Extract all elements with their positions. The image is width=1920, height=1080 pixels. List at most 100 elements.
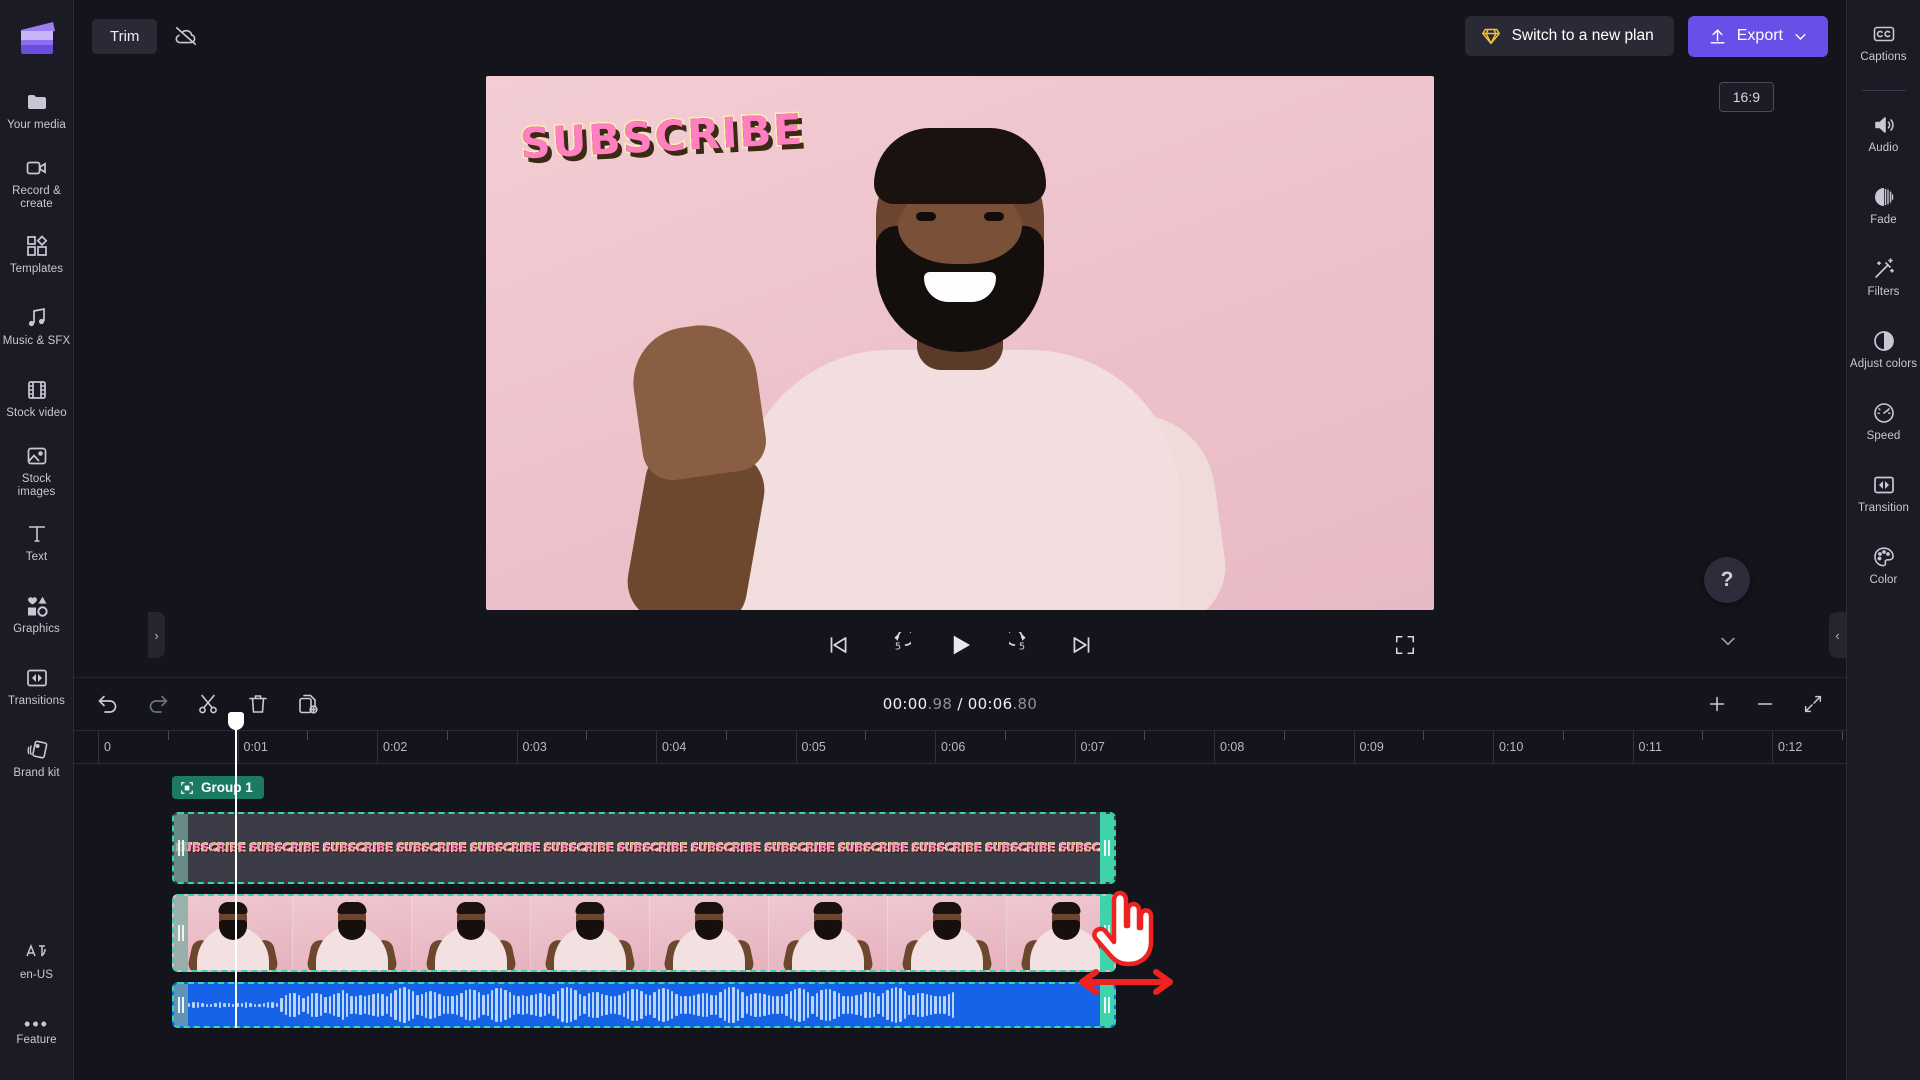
redo-icon[interactable] — [146, 692, 170, 716]
text-clip-label: SUBSCRIBE — [984, 841, 1056, 855]
waveform-bar — [337, 992, 340, 1018]
chevron-down-icon[interactable] — [1714, 631, 1742, 651]
trim-button[interactable]: Trim — [92, 18, 158, 54]
sidebar-item-templates[interactable]: Templates — [0, 224, 74, 286]
right-item-transition[interactable]: Transition — [1847, 463, 1920, 525]
sidebar-item-graphics[interactable]: Graphics — [0, 584, 74, 646]
clip-trim-handle-left[interactable] — [174, 814, 188, 882]
timeline-zoom-controls — [1706, 693, 1824, 715]
waveform-bar — [425, 992, 428, 1018]
language-icon — [25, 943, 46, 957]
waveform-bar — [201, 1003, 204, 1007]
right-item-label: Color — [1869, 574, 1898, 586]
sidebar-item-music-sfx[interactable]: Music & SFX — [0, 296, 74, 358]
right-item-audio[interactable]: Audio — [1847, 103, 1920, 165]
waveform-bar — [385, 996, 388, 1014]
waveform-bar — [293, 992, 296, 1018]
timeline-ruler[interactable]: 0 0:01 0:02 0:03 0:04 0:05 0:06 0:07 0:08 0:09 0:1… — [74, 730, 1846, 764]
timeline-clip-text[interactable]: SUBSCRIBE SUBSCRIBE SUBSCRIBE SUBSCRIBE SUBS… — [172, 812, 1116, 884]
right-item-adjust-colors[interactable]: Adjust colors — [1847, 319, 1920, 381]
export-button[interactable]: Export — [1687, 15, 1828, 57]
waveform-bar — [670, 991, 674, 1019]
sidebar-item-stock-images[interactable]: Stock images — [0, 440, 74, 502]
rewind-5-icon[interactable]: 5 — [885, 632, 911, 658]
zoom-out-minus-icon[interactable] — [1754, 693, 1776, 715]
waveform-bar — [859, 993, 863, 1017]
clip-trim-handle-left[interactable] — [174, 984, 188, 1026]
fullscreen-icon[interactable] — [1394, 634, 1416, 656]
preview-shirt — [740, 350, 1180, 610]
sidebar-item-your-media[interactable]: Your media — [0, 80, 74, 142]
waveform-bar — [411, 991, 415, 1019]
video-preview[interactable]: SUBSCRIBE — [486, 76, 1434, 610]
waveform-bar — [666, 989, 669, 1021]
top-toolbar: Trim Switch to a new plan Export — [74, 0, 1846, 72]
fit-to-screen-icon[interactable] — [1802, 693, 1824, 715]
switch-plan-button[interactable]: Switch to a new plan — [1464, 16, 1674, 56]
subscribe-text-overlay[interactable]: SUBSCRIBE — [517, 103, 806, 170]
clip-trim-handle-right[interactable] — [1100, 984, 1114, 1026]
music-note-icon — [28, 307, 45, 327]
ruler-label: 0:07 — [1080, 740, 1105, 754]
waveform-bar — [815, 993, 819, 1017]
chevron-down-icon — [1795, 33, 1806, 40]
waveform-bar — [855, 995, 858, 1015]
clapperboard-logo[interactable] — [17, 18, 57, 58]
collapse-left-panel-button[interactable]: › — [148, 612, 165, 658]
play-icon[interactable] — [945, 630, 975, 660]
undo-icon[interactable] — [96, 692, 120, 716]
waveform-bar — [837, 993, 841, 1017]
aspect-ratio-button[interactable]: 16:9 — [1718, 82, 1774, 112]
top-right-actions: Switch to a new plan Export — [1464, 15, 1828, 57]
sidebar-label: Brand kit — [13, 767, 60, 779]
waveform-bar — [214, 1002, 217, 1008]
sidebar-item-stock-video[interactable]: Stock video — [0, 368, 74, 430]
clip-trim-handle-right[interactable] — [1100, 896, 1114, 970]
duplicate-icon[interactable] — [296, 692, 320, 716]
audio-waveform — [188, 984, 1100, 1026]
sidebar-item-transitions[interactable]: Transitions — [0, 656, 74, 718]
waveform-bar — [635, 988, 639, 1022]
sidebar-item-feature[interactable]: ••• Feature — [0, 1002, 74, 1064]
right-item-captions[interactable]: Captions — [1847, 12, 1920, 74]
sidebar-item-text[interactable]: Text — [0, 512, 74, 574]
waveform-bar — [398, 987, 402, 1023]
current-time: 00:00 — [882, 695, 928, 713]
sidebar-label: Music & SFX — [2, 335, 71, 347]
waveform-bar — [649, 995, 652, 1015]
waveform-bar — [394, 989, 397, 1021]
sidebar-item-language[interactable]: en-US — [0, 930, 74, 992]
delete-trash-icon[interactable] — [246, 692, 270, 716]
skip-to-end-icon[interactable] — [1069, 632, 1095, 658]
forward-5-icon[interactable]: 5 — [1009, 632, 1035, 658]
group-badge[interactable]: Group 1 — [172, 776, 264, 799]
timeline-clip-video[interactable] — [172, 894, 1116, 972]
ruler-label: 0:03 — [522, 740, 547, 754]
clip-trim-handle-left[interactable] — [174, 896, 188, 970]
timeline-clip-audio[interactable] — [172, 982, 1116, 1028]
sidebar-label: Graphics — [13, 623, 60, 635]
waveform-bar — [653, 991, 656, 1019]
sidebar-divider — [1861, 90, 1906, 91]
collapse-right-panel-button[interactable]: ‹ — [1829, 612, 1846, 658]
ruler-label: 0 — [104, 740, 111, 754]
waveform-bar — [223, 1002, 226, 1008]
waveform-bar — [473, 989, 476, 1021]
right-item-filters[interactable]: Filters — [1847, 247, 1920, 309]
waveform-bar — [622, 993, 626, 1017]
sidebar-item-brand-kit[interactable]: Brand kit — [0, 728, 74, 790]
zoom-in-plus-icon[interactable] — [1706, 693, 1728, 715]
skip-to-start-icon[interactable] — [825, 632, 851, 658]
sidebar-item-record-create[interactable]: Record & create — [0, 152, 74, 214]
clip-trim-handle-right[interactable] — [1100, 814, 1114, 882]
waveform-bar — [714, 995, 718, 1015]
split-scissors-icon[interactable] — [196, 692, 220, 716]
cloud-off-icon[interactable] — [173, 23, 199, 49]
help-button[interactable]: ? — [1704, 557, 1750, 603]
waveform-bar — [517, 996, 520, 1014]
right-item-color[interactable]: Color — [1847, 535, 1920, 597]
waveform-bar — [530, 995, 533, 1015]
right-item-fade[interactable]: Fade — [1847, 175, 1920, 237]
right-item-speed[interactable]: Speed — [1847, 391, 1920, 453]
waveform-bar — [881, 993, 885, 1017]
